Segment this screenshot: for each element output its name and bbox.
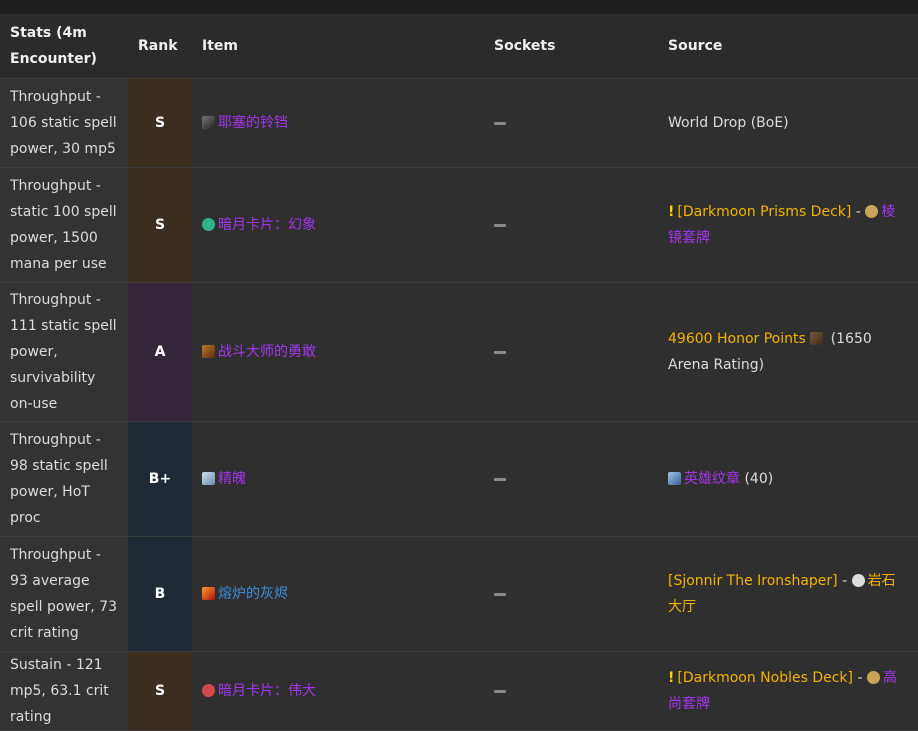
table-row: Throughput - static 100 spell power, 150…	[0, 167, 918, 283]
sockets-cell	[484, 167, 658, 283]
source-cell: ! [Darkmoon Nobles Deck] - 高尚套牌	[658, 651, 918, 731]
badge-icon	[202, 345, 215, 358]
sockets-cell	[484, 651, 658, 731]
spirit-icon	[202, 472, 215, 485]
item-link[interactable]: 熔炉的灰烬	[218, 586, 288, 602]
empty-dash-icon	[494, 477, 506, 481]
skull-icon	[851, 574, 865, 587]
source-quest-link[interactable]: [Darkmoon Prisms Deck]	[677, 204, 851, 220]
item-cell: 暗月卡片：幻象	[192, 167, 484, 283]
item-cell: 战斗大师的勇敢	[192, 282, 484, 422]
rank-cell: B	[128, 536, 192, 652]
source-cell: 49600 Honor Points (1650 Arena Rating)	[658, 282, 918, 422]
honor-icon	[810, 332, 824, 345]
source-cell: ! [Darkmoon Prisms Deck] - 棱镜套牌	[658, 167, 918, 283]
item-link[interactable]: 战斗大师的勇敢	[218, 344, 316, 360]
quest-icon: !	[668, 204, 675, 220]
rank-cell: S	[128, 78, 192, 168]
source-cell: World Drop (BoE)	[658, 78, 918, 168]
quest-icon: !	[668, 670, 675, 686]
table-header-row: Stats (4m Encounter) Rank Item Sockets S…	[0, 14, 918, 79]
ember-icon	[202, 587, 215, 600]
table-row: Throughput - 93 average spell power, 73 …	[0, 536, 918, 652]
deck-icon	[865, 205, 879, 218]
card-icon	[202, 684, 215, 697]
item-cell: 熔炉的灰烬	[192, 536, 484, 652]
stats-cell: Throughput - 93 average spell power, 73 …	[0, 536, 128, 652]
item-link[interactable]: 暗月卡片：幻象	[218, 217, 316, 233]
rank-cell: B+	[128, 421, 192, 537]
rank-cell: S	[128, 167, 192, 283]
rank-cell: A	[128, 282, 192, 422]
source-cell: 英雄纹章 (40)	[658, 421, 918, 537]
sockets-cell	[484, 78, 658, 168]
table-row: Throughput - 106 static spell power, 30 …	[0, 78, 918, 168]
sockets-cell	[484, 282, 658, 422]
source-text: World Drop (BoE)	[668, 115, 789, 131]
stats-cell: Throughput - 98 static spell power, HoT …	[0, 421, 128, 537]
header-rank[interactable]: Rank	[128, 14, 192, 79]
sockets-cell	[484, 421, 658, 537]
source-text: (40)	[740, 471, 774, 487]
bell-icon	[202, 116, 215, 129]
source-quest-link[interactable]: [Darkmoon Nobles Deck]	[677, 670, 853, 686]
item-link[interactable]: 精魄	[218, 471, 246, 487]
table-row: Throughput - 111 static spell power, sur…	[0, 282, 918, 422]
header-source[interactable]: Source	[658, 14, 918, 79]
stats-cell: Sustain - 121 mp5, 63.1 crit rating	[0, 651, 128, 731]
stats-cell: Throughput - 106 static spell power, 30 …	[0, 78, 128, 168]
empty-dash-icon	[494, 592, 506, 596]
item-cell: 耶塞的铃铛	[192, 78, 484, 168]
table-row: Sustain - 121 mp5, 63.1 crit rating S 暗月…	[0, 651, 918, 731]
sockets-cell	[484, 536, 658, 652]
trinket-table: Stats (4m Encounter) Rank Item Sockets S…	[0, 14, 918, 731]
item-link[interactable]: 暗月卡片：伟大	[218, 683, 316, 699]
empty-dash-icon	[494, 121, 506, 125]
empty-dash-icon	[494, 689, 506, 693]
top-bar	[0, 0, 918, 14]
source-cell: [Sjonnir The Ironshaper] - 岩石大厅	[658, 536, 918, 652]
card-icon	[202, 218, 215, 231]
empty-dash-icon	[494, 350, 506, 354]
header-item[interactable]: Item	[192, 14, 484, 79]
honor-cost: 49600 Honor Points	[668, 331, 806, 347]
emblem-icon	[668, 472, 681, 485]
source-boss-link[interactable]: [Sjonnir The Ironshaper]	[668, 573, 838, 589]
empty-dash-icon	[494, 223, 506, 227]
header-sockets[interactable]: Sockets	[484, 14, 658, 79]
header-stats[interactable]: Stats (4m Encounter)	[0, 14, 128, 79]
stats-cell: Throughput - 111 static spell power, sur…	[0, 282, 128, 422]
deck-icon	[866, 671, 880, 684]
rank-cell: S	[128, 651, 192, 731]
stats-cell: Throughput - static 100 spell power, 150…	[0, 167, 128, 283]
source-item-link[interactable]: 英雄纹章	[684, 471, 740, 487]
table-row: Throughput - 98 static spell power, HoT …	[0, 421, 918, 537]
item-cell: 暗月卡片：伟大	[192, 651, 484, 731]
item-link[interactable]: 耶塞的铃铛	[218, 115, 288, 131]
item-cell: 精魄	[192, 421, 484, 537]
